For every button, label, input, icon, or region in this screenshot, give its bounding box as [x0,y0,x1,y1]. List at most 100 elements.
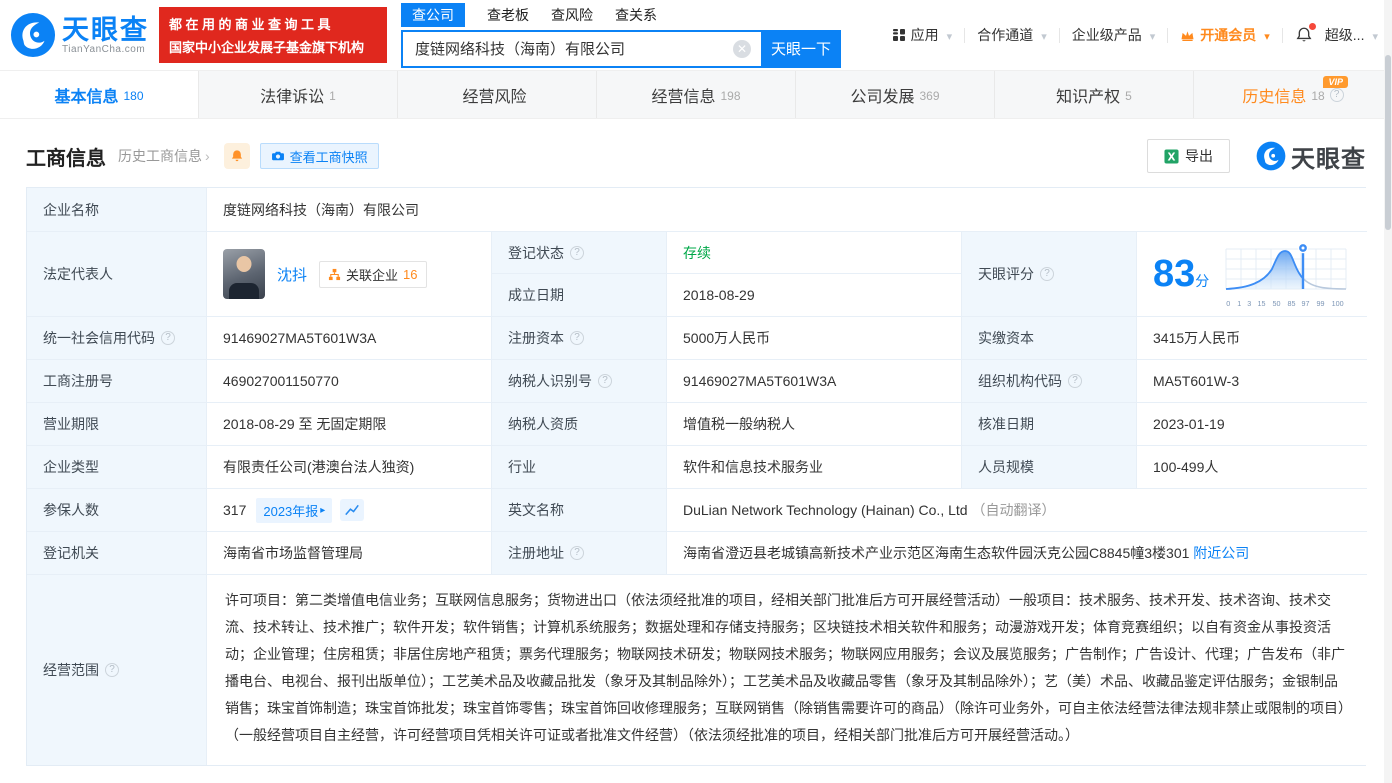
tab-operating-risk[interactable]: 经营风险 [398,71,597,118]
industry-value: 软件和信息技术服务业 [667,446,962,489]
address-label: 注册地址 [492,532,667,575]
taxpayer-id-label: 纳税人识别号 [492,360,667,403]
logo-swirl-icon [1256,141,1286,171]
chevron-down-icon [944,27,953,43]
nav-partner[interactable]: 合作通道 [977,25,1047,45]
business-info-table: 企业名称 度链网络科技（海南）有限公司 法定代表人 沈抖 关联企业 16 登记状… [26,187,1367,766]
tab-intellectual-property[interactable]: 知识产权 5 [995,71,1194,118]
reg-capital-label: 注册资本 [492,317,667,360]
reg-number-label: 工商注册号 [27,360,207,403]
reg-capital-value: 5000万人民币 [667,317,962,360]
help-icon[interactable] [570,331,584,345]
credit-code-label: 统一社会信用代码 [27,317,207,360]
help-icon[interactable] [1040,267,1054,281]
english-name-value: DuLian Network Technology (Hainan) Co., … [667,489,1367,532]
approval-date-value: 2023-01-19 [1137,403,1367,446]
logo-swirl-icon [10,12,56,58]
reg-authority-value: 海南省市场监督管理局 [207,532,492,575]
annual-report-badge[interactable]: 2023年报 [256,497,333,523]
tab-history-info[interactable]: VIP 历史信息 18 [1194,71,1392,118]
org-tree-icon [328,268,341,280]
watermark-logo: 天眼查 [1256,139,1366,174]
score-value: 83分 0 1 3 15 50 85 97 99 100 [1137,232,1367,317]
tab-basic-info[interactable]: 基本信息 180 [0,71,199,118]
business-scope-label: 经营范围 [27,575,207,765]
help-icon[interactable] [1329,87,1344,102]
address-value: 海南省澄迈县老城镇高新技术产业示范区海南生态软件园沃克公园C8845幢3楼301… [667,532,1367,575]
chevron-down-icon [1261,27,1270,43]
nav-super-vip[interactable]: 超级... [1325,25,1378,45]
nav-vip[interactable]: 开通会员 [1180,25,1270,45]
clear-icon[interactable] [733,39,751,58]
paid-capital-label: 实缴资本 [962,317,1137,360]
score-label: 天眼评分 [962,232,1137,317]
help-icon[interactable] [105,663,119,677]
staff-size-value: 100-499人 [1137,446,1367,489]
established-value: 2018-08-29 [667,274,962,317]
promo-line-2: 国家中小企业发展子基金旗下机构 [169,40,365,55]
svg-text:X: X [1168,151,1176,163]
section-title: 工商信息 [26,147,106,170]
english-name-label: 英文名称 [492,489,667,532]
help-icon[interactable] [570,546,584,560]
legal-rep-avatar[interactable] [223,249,265,299]
staff-size-label: 人员规模 [962,446,1137,489]
nav-apps[interactable]: 应用 [892,25,953,45]
search-button[interactable]: 天眼一下 [761,29,841,68]
tab-legal-proceedings[interactable]: 法律诉讼 1 [199,71,398,118]
help-icon[interactable] [161,331,175,345]
notifications-bell[interactable] [1295,23,1316,44]
grid-icon [892,29,905,41]
history-business-info-link[interactable]: 历史工商信息 [118,146,210,166]
search-tab-risk[interactable]: 查风险 [551,3,593,27]
excel-icon: X [1164,148,1179,164]
paid-capital-value: 3415万人民币 [1137,317,1367,360]
search-tab-relation[interactable]: 查关系 [615,3,657,27]
monitor-bell-button[interactable] [223,143,250,169]
search-tab-boss[interactable]: 查老板 [487,3,529,27]
org-code-value: MA5T601W-3 [1137,360,1367,403]
divider [964,27,966,43]
logo-text: 天眼查 [62,14,149,45]
score-axis-ticks: 0 1 3 15 50 85 97 99 100 [1226,298,1344,308]
taxpayer-id-value: 91469027MA5T601W3A [667,360,962,403]
promo-line-1: 都在用的商业查询工具 [169,17,335,32]
scrollbar-thumb[interactable] [1385,55,1391,230]
help-icon[interactable] [570,245,584,260]
trend-chart-button[interactable] [340,499,365,521]
view-business-snapshot-button[interactable]: 查看工商快照 [259,143,379,169]
company-name-label: 企业名称 [27,188,207,232]
top-nav: 应用 合作通道 企业级产品 开通会员 超级... [892,23,1378,45]
legal-rep-label: 法定代表人 [27,232,207,317]
insured-count-label: 参保人数 [27,489,207,532]
tab-business-info[interactable]: 经营信息 198 [597,71,796,118]
help-icon[interactable] [1068,374,1082,388]
watermark-text: 天眼查 [1291,145,1366,173]
divider [1167,27,1169,43]
search-tabs: 查公司 查老板 查风险 查关系 [401,3,841,28]
tianyancha-logo[interactable]: 天眼查 TianYanCha.com [10,12,149,58]
search-input[interactable] [401,29,761,68]
vip-badge: VIP [1323,76,1348,88]
score-distribution-chart: 0 1 3 15 50 85 97 99 100 [1219,241,1351,308]
search-area: 查公司 查老板 查风险 查关系 天眼一下 [401,3,841,68]
export-button[interactable]: X 导出 [1147,139,1230,173]
promo-banner: 都在用的商业查询工具 国家中小企业发展子基金旗下机构 [159,7,387,63]
industry-label: 行业 [492,446,667,489]
tab-company-development[interactable]: 公司发展 369 [796,71,995,118]
insured-count-value: 317 2023年报 [207,489,492,532]
search-tab-company[interactable]: 查公司 [401,3,465,27]
nav-enterprise[interactable]: 企业级产品 [1072,25,1156,45]
company-type-label: 企业类型 [27,446,207,489]
help-icon[interactable] [598,374,612,388]
nearby-companies-link[interactable]: 附近公司 [1193,543,1249,563]
established-label: 成立日期 [492,274,667,317]
reg-authority-label: 登记机关 [27,532,207,575]
credit-code-value: 91469027MA5T601W3A [207,317,492,360]
chevron-down-icon [1147,27,1156,43]
reg-status-label: 登记状态 [492,232,667,274]
chevron-down-icon [1369,27,1378,43]
related-companies-badge[interactable]: 关联企业 16 [319,260,427,288]
legal-rep-link[interactable]: 沈抖 [277,264,307,285]
business-scope-value: 许可项目：第二类增值电信业务；互联网信息服务；货物进出口（依法须经批准的项目，经… [207,575,1367,765]
